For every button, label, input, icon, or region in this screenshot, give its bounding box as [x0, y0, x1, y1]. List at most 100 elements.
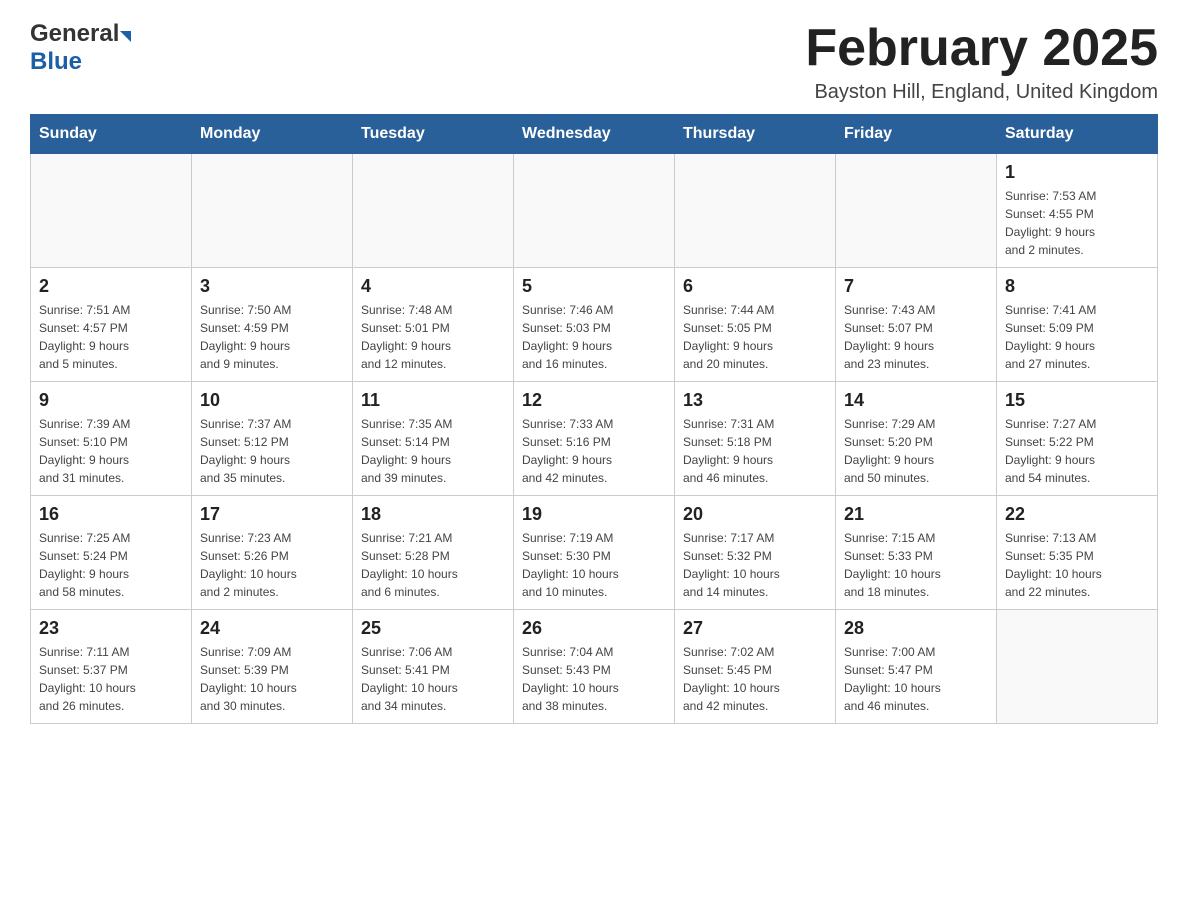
day-number: 20 — [683, 504, 827, 525]
day-number: 8 — [1005, 276, 1149, 297]
calendar-cell: 15Sunrise: 7:27 AMSunset: 5:22 PMDayligh… — [997, 382, 1158, 496]
weekday-header-saturday: Saturday — [997, 115, 1158, 154]
calendar-cell: 23Sunrise: 7:11 AMSunset: 5:37 PMDayligh… — [31, 610, 192, 724]
calendar-week-row: 9 Sunrise: 7:39 AMSunset: 5:10 PMDaylight… — [31, 382, 1158, 496]
day-number: 21 — [844, 504, 988, 525]
day-info: Sunrise: 7:48 AMSunset: 5:01 PMDaylight:… — [361, 301, 505, 373]
day-info: Sunrise: 7:51 AMSunset: 4:57 PMDaylight:… — [39, 301, 183, 373]
day-number: 13 — [683, 390, 827, 411]
day-number: 6 — [683, 276, 827, 297]
calendar-cell: 28 Sunrise: 7:00 AMSunset: 5:47 PMDayligh… — [836, 610, 997, 724]
day-info: Sunrise: 7:29 AMSunset: 5:20 PMDaylight:… — [844, 415, 988, 487]
day-number: 19 — [522, 504, 666, 525]
day-number: 2 — [39, 276, 183, 297]
day-info: Sunrise: 7:37 AMSunset: 5:12 PMDaylight:… — [200, 415, 344, 487]
calendar-cell — [514, 154, 675, 268]
logo-blue-text: Blue — [30, 48, 131, 76]
day-number: 24 — [200, 618, 344, 639]
day-number: 22 — [1005, 504, 1149, 525]
calendar-header: SundayMondayTuesdayWednesdayThursdayFrid… — [31, 115, 1158, 154]
calendar-cell: 13Sunrise: 7:31 AMSunset: 5:18 PMDayligh… — [675, 382, 836, 496]
calendar-cell: 7 Sunrise: 7:43 AMSunset: 5:07 PMDaylight… — [836, 268, 997, 382]
day-info: Sunrise: 7:13 AMSunset: 5:35 PMDaylight:… — [1005, 529, 1149, 601]
day-info: Sunrise: 7:27 AMSunset: 5:22 PMDaylight:… — [1005, 415, 1149, 487]
day-info: Sunrise: 7:11 AMSunset: 5:37 PMDaylight:… — [39, 643, 183, 715]
day-info: Sunrise: 7:19 AMSunset: 5:30 PMDaylight:… — [522, 529, 666, 601]
calendar-cell — [192, 154, 353, 268]
weekday-header-wednesday: Wednesday — [514, 115, 675, 154]
day-info: Sunrise: 7:44 AMSunset: 5:05 PMDaylight:… — [683, 301, 827, 373]
calendar-week-row: 2 Sunrise: 7:51 AMSunset: 4:57 PMDaylight… — [31, 268, 1158, 382]
weekday-header-monday: Monday — [192, 115, 353, 154]
day-info: Sunrise: 7:00 AMSunset: 5:47 PMDaylight:… — [844, 643, 988, 715]
day-info: Sunrise: 7:09 AMSunset: 5:39 PMDaylight:… — [200, 643, 344, 715]
title-block: February 2025 Bayston Hill, England, Uni… — [805, 20, 1158, 104]
day-info: Sunrise: 7:25 AMSunset: 5:24 PMDaylight:… — [39, 529, 183, 601]
day-number: 4 — [361, 276, 505, 297]
logo-general-text: General — [30, 20, 119, 48]
day-info: Sunrise: 7:33 AMSunset: 5:16 PMDaylight:… — [522, 415, 666, 487]
day-info: Sunrise: 7:17 AMSunset: 5:32 PMDaylight:… — [683, 529, 827, 601]
page-title: February 2025 — [805, 20, 1158, 77]
day-info: Sunrise: 7:43 AMSunset: 5:07 PMDaylight:… — [844, 301, 988, 373]
calendar-cell: 17 Sunrise: 7:23 AMSunset: 5:26 PMDayligh… — [192, 496, 353, 610]
day-number: 16 — [39, 504, 183, 525]
day-number: 9 — [39, 390, 183, 411]
calendar-cell: 19 Sunrise: 7:19 AMSunset: 5:30 PMDayligh… — [514, 496, 675, 610]
day-number: 1 — [1005, 162, 1149, 183]
day-info: Sunrise: 7:35 AMSunset: 5:14 PMDaylight:… — [361, 415, 505, 487]
calendar-week-row: 16 Sunrise: 7:25 AMSunset: 5:24 PMDayligh… — [31, 496, 1158, 610]
weekday-header-thursday: Thursday — [675, 115, 836, 154]
calendar-cell: 4 Sunrise: 7:48 AMSunset: 5:01 PMDaylight… — [353, 268, 514, 382]
calendar-cell — [997, 610, 1158, 724]
calendar-cell — [353, 154, 514, 268]
day-number: 11 — [361, 390, 505, 411]
calendar-cell: 10 Sunrise: 7:37 AMSunset: 5:12 PMDayligh… — [192, 382, 353, 496]
calendar-cell: 8 Sunrise: 7:41 AMSunset: 5:09 PMDaylight… — [997, 268, 1158, 382]
day-info: Sunrise: 7:23 AMSunset: 5:26 PMDaylight:… — [200, 529, 344, 601]
day-number: 7 — [844, 276, 988, 297]
day-number: 26 — [522, 618, 666, 639]
page-header: General Blue February 2025 Bayston Hill,… — [30, 20, 1158, 104]
calendar-cell: 14Sunrise: 7:29 AMSunset: 5:20 PMDayligh… — [836, 382, 997, 496]
day-info: Sunrise: 7:21 AMSunset: 5:28 PMDaylight:… — [361, 529, 505, 601]
day-number: 3 — [200, 276, 344, 297]
calendar-cell: 22 Sunrise: 7:13 AMSunset: 5:35 PMDayligh… — [997, 496, 1158, 610]
calendar-table: SundayMondayTuesdayWednesdayThursdayFrid… — [30, 114, 1158, 724]
calendar-cell: 24 Sunrise: 7:09 AMSunset: 5:39 PMDayligh… — [192, 610, 353, 724]
calendar-week-row: 23Sunrise: 7:11 AMSunset: 5:37 PMDayligh… — [31, 610, 1158, 724]
calendar-cell — [836, 154, 997, 268]
calendar-cell — [675, 154, 836, 268]
day-number: 28 — [844, 618, 988, 639]
day-number: 25 — [361, 618, 505, 639]
calendar-cell: 20 Sunrise: 7:17 AMSunset: 5:32 PMDayligh… — [675, 496, 836, 610]
calendar-cell: 1 Sunrise: 7:53 AMSunset: 4:55 PMDaylight… — [997, 154, 1158, 268]
calendar-cell: 3 Sunrise: 7:50 AMSunset: 4:59 PMDaylight… — [192, 268, 353, 382]
calendar-cell: 11 Sunrise: 7:35 AMSunset: 5:14 PMDayligh… — [353, 382, 514, 496]
day-info: Sunrise: 7:39 AMSunset: 5:10 PMDaylight:… — [39, 415, 183, 487]
calendar-cell: 21 Sunrise: 7:15 AMSunset: 5:33 PMDayligh… — [836, 496, 997, 610]
day-number: 27 — [683, 618, 827, 639]
day-info: Sunrise: 7:04 AMSunset: 5:43 PMDaylight:… — [522, 643, 666, 715]
logo: General Blue — [30, 20, 131, 76]
day-info: Sunrise: 7:53 AMSunset: 4:55 PMDaylight:… — [1005, 187, 1149, 259]
calendar-cell: 27 Sunrise: 7:02 AMSunset: 5:45 PMDayligh… — [675, 610, 836, 724]
day-info: Sunrise: 7:41 AMSunset: 5:09 PMDaylight:… — [1005, 301, 1149, 373]
day-number: 12 — [522, 390, 666, 411]
day-info: Sunrise: 7:15 AMSunset: 5:33 PMDaylight:… — [844, 529, 988, 601]
day-number: 5 — [522, 276, 666, 297]
calendar-cell: 18 Sunrise: 7:21 AMSunset: 5:28 PMDayligh… — [353, 496, 514, 610]
calendar-cell: 16 Sunrise: 7:25 AMSunset: 5:24 PMDayligh… — [31, 496, 192, 610]
logo-triangle-icon — [120, 31, 131, 42]
weekday-header-tuesday: Tuesday — [353, 115, 514, 154]
day-info: Sunrise: 7:46 AMSunset: 5:03 PMDaylight:… — [522, 301, 666, 373]
day-number: 18 — [361, 504, 505, 525]
calendar-cell: 12 Sunrise: 7:33 AMSunset: 5:16 PMDayligh… — [514, 382, 675, 496]
calendar-cell: 6 Sunrise: 7:44 AMSunset: 5:05 PMDaylight… — [675, 268, 836, 382]
day-info: Sunrise: 7:50 AMSunset: 4:59 PMDaylight:… — [200, 301, 344, 373]
day-number: 10 — [200, 390, 344, 411]
calendar-cell: 26 Sunrise: 7:04 AMSunset: 5:43 PMDayligh… — [514, 610, 675, 724]
weekday-header-sunday: Sunday — [31, 115, 192, 154]
day-number: 17 — [200, 504, 344, 525]
day-info: Sunrise: 7:02 AMSunset: 5:45 PMDaylight:… — [683, 643, 827, 715]
